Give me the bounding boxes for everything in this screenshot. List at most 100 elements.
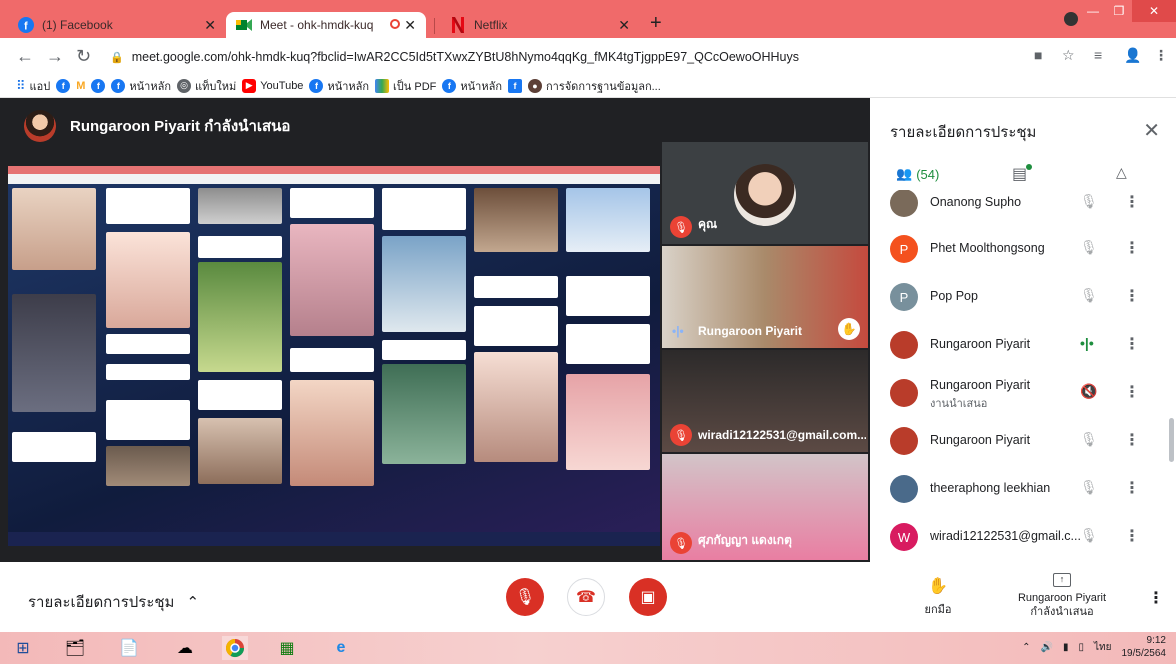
more-options-icon[interactable]: ⋮ bbox=[1124, 192, 1140, 212]
camera-icon[interactable]: ■ bbox=[1034, 47, 1042, 63]
raise-hand-button[interactable]: ✋ ยกมือ bbox=[918, 576, 958, 618]
facebook-icon: f bbox=[309, 78, 324, 93]
participant-row[interactable]: Rungaroon Piyarit •|• ⋮ bbox=[870, 322, 1176, 370]
participant-row[interactable]: Onanong Supho 🎙 ⋮ bbox=[870, 190, 1176, 228]
clock[interactable]: 9:12 19/5/2564 bbox=[1122, 634, 1167, 660]
more-options-icon[interactable]: ⋮ bbox=[1124, 238, 1140, 258]
svg-text:f: f bbox=[24, 21, 28, 33]
bookmark-facebook[interactable]: f bbox=[56, 78, 71, 93]
more-options-icon[interactable]: ⋮ bbox=[1148, 588, 1164, 608]
video-tile-rungaroon[interactable]: •|• Rungaroon Piyarit ✋ bbox=[662, 246, 868, 348]
more-options-icon[interactable]: ⋮ bbox=[1124, 382, 1140, 402]
clock-time: 9:12 bbox=[1146, 635, 1166, 646]
bookmark-home-1[interactable]: f หน้าหลัก bbox=[111, 77, 171, 95]
new-tab-icon[interactable]: + bbox=[650, 12, 662, 35]
more-options-icon[interactable]: ⋮ bbox=[1124, 286, 1140, 306]
bookmark-apps[interactable]: ⠿ แอป bbox=[16, 77, 50, 95]
url-field[interactable]: 🔒 meet.google.com/ohk-hmdk-kuq?fbclid=Iw… bbox=[110, 46, 1030, 68]
hang-up-button[interactable]: ☎ bbox=[567, 578, 605, 616]
close-icon[interactable]: ✕ bbox=[1143, 118, 1160, 143]
star-icon[interactable]: ☆ bbox=[1062, 47, 1075, 64]
tab-close-icon[interactable]: ✕ bbox=[204, 17, 216, 34]
post-card bbox=[106, 188, 190, 224]
tab-meet[interactable]: Meet - ohk-hmdk-kuq ✕ bbox=[226, 12, 426, 38]
activities-icon[interactable]: △ bbox=[1116, 164, 1127, 181]
forward-icon[interactable]: → bbox=[46, 46, 64, 67]
youtube-icon: ▶ bbox=[242, 78, 257, 93]
network-icon[interactable]: ☁ bbox=[172, 636, 198, 660]
maximize-icon[interactable]: ❐ bbox=[1106, 0, 1132, 22]
language-indicator[interactable]: ไทย bbox=[1094, 640, 1111, 655]
camera-toggle-button[interactable]: ▣ bbox=[629, 578, 667, 616]
windows-start-icon[interactable]: ⊞ bbox=[10, 636, 36, 660]
video-tile-wiradi[interactable]: 🎙 wiradi12122531@gmail.com... bbox=[662, 350, 868, 452]
presentation-button[interactable]: ↑ Rungaroon Piyarit กำลังนำเสนอ bbox=[1010, 572, 1114, 619]
bookmark-pdf[interactable]: เป็น PDF bbox=[375, 77, 436, 95]
bookmark-home-3[interactable]: f หน้าหลัก bbox=[442, 77, 502, 95]
profile-icon[interactable] bbox=[1064, 12, 1078, 26]
meeting-details-button[interactable]: รายละเอียดการประชุม ⌃ bbox=[28, 590, 199, 614]
bookmark-newtab[interactable]: ◎ แท็บใหม่ bbox=[177, 77, 236, 95]
reload-icon[interactable]: ↻ bbox=[76, 46, 91, 67]
participant-row[interactable]: Rungaroon Piyarit 🎙 ⋮ bbox=[870, 418, 1176, 466]
presenter-header: Rungaroon Piyarit กำลังนำเสนอ bbox=[24, 110, 290, 142]
media-icon[interactable]: ≡ bbox=[1094, 47, 1102, 63]
tab-facebook[interactable]: f (1) Facebook ✕ bbox=[8, 12, 226, 38]
participant-row[interactable]: theeraphong leekhian 🎙 ⋮ bbox=[870, 466, 1176, 514]
volume-icon[interactable]: 🔊 bbox=[1041, 642, 1053, 653]
more-options-icon[interactable]: ⋮ bbox=[1124, 430, 1140, 450]
signal-icon[interactable]: ▮ bbox=[1063, 642, 1069, 653]
tab-title: (1) Facebook bbox=[42, 18, 113, 32]
tray-chevron-icon[interactable]: ⌃ bbox=[1022, 642, 1030, 653]
presenter-status: กำลังนำเสนอ bbox=[1030, 606, 1094, 618]
avatar bbox=[734, 164, 796, 226]
tab-people[interactable]: 👥 (54) bbox=[896, 166, 939, 182]
post-photo bbox=[198, 418, 282, 484]
minimize-icon[interactable]: — bbox=[1080, 0, 1106, 22]
extension-avatar-icon[interactable]: 👤 bbox=[1124, 47, 1141, 64]
chat-icon[interactable]: ▤ bbox=[1012, 164, 1027, 184]
post-card bbox=[382, 340, 466, 360]
more-options-icon[interactable]: ⋮ bbox=[1124, 334, 1140, 354]
bookmark-home-2[interactable]: f หน้าหลัก bbox=[309, 77, 369, 95]
tab-netflix[interactable]: Netflix ✕ bbox=[440, 12, 640, 38]
mic-toggle-button[interactable]: 🎙 bbox=[506, 578, 544, 616]
camera-off-icon: ▣ bbox=[640, 589, 656, 606]
participant-row[interactable]: P Pop Pop 🎙 ⋮ bbox=[870, 274, 1176, 322]
file-explorer-icon[interactable]: 🗂 bbox=[62, 636, 88, 660]
bookmark-facebook-3[interactable]: f bbox=[507, 78, 522, 93]
participant-name: Rungaroon Piyarit bbox=[930, 378, 1031, 392]
back-icon[interactable]: ← bbox=[16, 46, 34, 67]
post-card bbox=[106, 400, 190, 440]
bookmark-database[interactable]: ● การจัดการฐานข้อมูลก... bbox=[527, 77, 661, 95]
mcdonalds-icon: M bbox=[76, 79, 86, 92]
meeting-details-label: รายละเอียดการประชุม bbox=[28, 594, 175, 611]
video-tile-self[interactable]: 🎙 คุณ bbox=[662, 142, 868, 244]
store-icon[interactable]: ▦ bbox=[274, 636, 300, 660]
battery-icon[interactable]: ▯ bbox=[1079, 642, 1085, 653]
chrome-icon[interactable] bbox=[222, 636, 248, 660]
facebook-icon: f bbox=[507, 78, 522, 93]
close-window-icon[interactable]: ✕ bbox=[1132, 0, 1176, 22]
participant-row[interactable]: Wwiradi12122531@gmail.c... 🎙 ⋮ bbox=[870, 514, 1176, 562]
shared-browser-address bbox=[8, 174, 660, 184]
bookmark-facebook-2[interactable]: f bbox=[91, 78, 106, 93]
tab-close-icon[interactable]: ✕ bbox=[404, 17, 416, 34]
menu-icon[interactable]: ⋮ bbox=[1154, 47, 1168, 64]
more-options-icon[interactable]: ⋮ bbox=[1124, 478, 1140, 498]
bookmark-youtube[interactable]: ▶ YouTube bbox=[242, 78, 303, 93]
bookmark-mcdonalds[interactable]: M bbox=[76, 80, 85, 92]
post-card bbox=[290, 348, 374, 372]
tab-close-icon[interactable]: ✕ bbox=[618, 17, 630, 34]
internet-explorer-icon[interactable]: e bbox=[328, 636, 354, 660]
url-text: meet.google.com/ohk-hmdk-kuq?fbclid=IwAR… bbox=[131, 50, 800, 64]
participant-name: Phet Moolthongsong bbox=[930, 241, 1045, 255]
participant-row[interactable]: P Phet Moolthongsong 🎙 ⋮ bbox=[870, 226, 1176, 274]
document-icon[interactable]: 📄 bbox=[116, 636, 142, 660]
post-card bbox=[198, 236, 282, 258]
more-options-icon[interactable]: ⋮ bbox=[1124, 526, 1140, 546]
participant-row[interactable]: Rungaroon Piyarit งานนำเสนอ 🔇 ⋮ bbox=[870, 370, 1176, 418]
avatar bbox=[890, 379, 918, 407]
video-tile-supakanya[interactable]: 🎙 ศุภกัญญา แดงเกตุ bbox=[662, 454, 868, 560]
scrollbar[interactable] bbox=[1169, 418, 1174, 462]
